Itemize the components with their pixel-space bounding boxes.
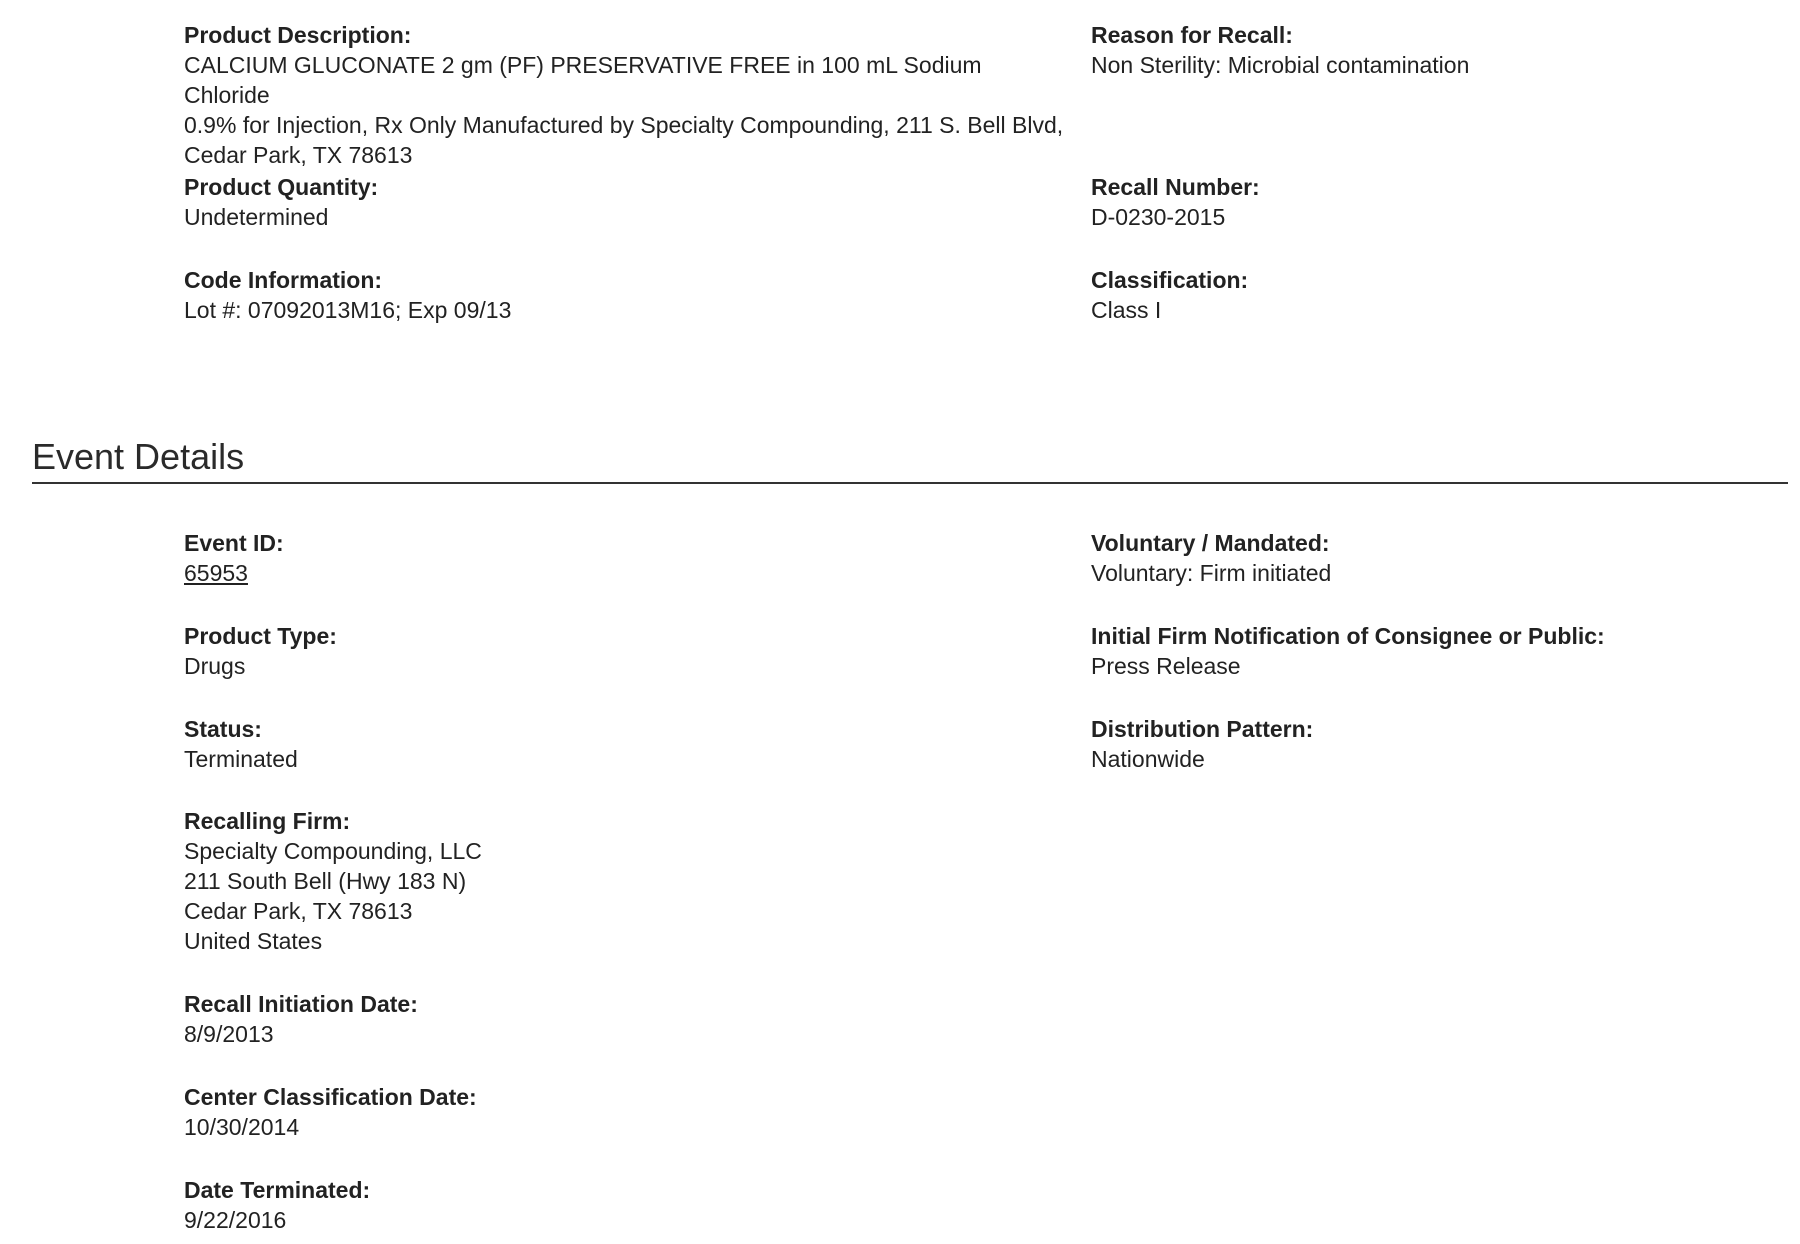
event-id-label: Event ID: <box>184 530 284 556</box>
recalling-firm-line: Cedar Park, TX 78613 <box>184 898 413 924</box>
product-description-line: 0.9% for Injection, Rx Only Manufactured… <box>184 112 1064 138</box>
classification-value: Class I <box>1091 297 1162 323</box>
status-label: Status: <box>184 716 262 742</box>
center-classification-date-value: 10/30/2014 <box>184 1114 300 1140</box>
voluntary-mandated-label: Voluntary / Mandated: <box>1091 530 1330 556</box>
initial-firm-notification-value: Press Release <box>1091 653 1241 679</box>
code-information-label: Code Information: <box>184 267 383 293</box>
recall-number: Recall Number: D-0230-2015 <box>1091 172 1260 232</box>
code-information-value: Lot #: 07092013M16; Exp 09/13 <box>184 297 512 323</box>
initial-firm-notification-label: Initial Firm Notification of Consignee o… <box>1091 623 1605 649</box>
recalling-firm-line: United States <box>184 928 323 954</box>
initial-firm-notification: Initial Firm Notification of Consignee o… <box>1091 621 1605 681</box>
distribution-pattern-label: Distribution Pattern: <box>1091 716 1314 742</box>
classification-label: Classification: <box>1091 267 1249 293</box>
date-terminated-label: Date Terminated: <box>184 1177 371 1203</box>
status-value: Terminated <box>184 746 298 772</box>
recalling-firm-address: Specialty Compounding, LLC 211 South Bel… <box>184 836 482 956</box>
status: Status: Terminated <box>184 714 298 774</box>
date-terminated: Date Terminated: 9/22/2016 <box>184 1175 370 1235</box>
event-id: Event ID: 65953 <box>184 528 284 588</box>
reason-for-recall-value: Non Sterility: Microbial contamination <box>1091 52 1470 78</box>
voluntary-mandated: Voluntary / Mandated: Voluntary: Firm in… <box>1091 528 1331 588</box>
recall-initiation-date-value: 8/9/2013 <box>184 1021 274 1047</box>
product-description: Product Description: CALCIUM GLUCONATE 2… <box>184 20 1064 170</box>
product-description-line: CALCIUM GLUCONATE 2 gm (PF) PRESERVATIVE… <box>184 52 982 108</box>
distribution-pattern: Distribution Pattern: Nationwide <box>1091 714 1313 774</box>
recall-number-label: Recall Number: <box>1091 174 1260 200</box>
code-information: Code Information: Lot #: 07092013M16; Ex… <box>184 265 511 325</box>
center-classification-date-label: Center Classification Date: <box>184 1084 477 1110</box>
distribution-pattern-value: Nationwide <box>1091 746 1205 772</box>
recall-initiation-date-label: Recall Initiation Date: <box>184 991 418 1017</box>
event-id-link[interactable]: 65953 <box>184 560 248 586</box>
recalling-firm-line: Specialty Compounding, LLC <box>184 838 482 864</box>
product-description-value: CALCIUM GLUCONATE 2 gm (PF) PRESERVATIVE… <box>184 50 1064 170</box>
product-type-label: Product Type: <box>184 623 337 649</box>
reason-for-recall: Reason for Recall: Non Sterility: Microb… <box>1091 20 1469 80</box>
recalling-firm-line: 211 South Bell (Hwy 183 N) <box>184 868 467 894</box>
product-quantity-value: Undetermined <box>184 204 329 230</box>
date-terminated-value: 9/22/2016 <box>184 1207 287 1233</box>
product-type-value: Drugs <box>184 653 246 679</box>
classification: Classification: Class I <box>1091 265 1248 325</box>
event-details-heading: Event Details <box>32 436 245 477</box>
product-quantity: Product Quantity: Undetermined <box>184 172 378 232</box>
recall-number-value: D-0230-2015 <box>1091 204 1226 230</box>
product-type: Product Type: Drugs <box>184 621 337 681</box>
voluntary-mandated-value: Voluntary: Firm initiated <box>1091 560 1332 586</box>
product-description-line: Cedar Park, TX 78613 <box>184 142 413 168</box>
product-description-label: Product Description: <box>184 22 412 48</box>
recall-initiation-date: Recall Initiation Date: 8/9/2013 <box>184 989 418 1049</box>
recalling-firm-label: Recalling Firm: <box>184 808 351 834</box>
reason-for-recall-label: Reason for Recall: <box>1091 22 1293 48</box>
section-divider <box>32 482 1788 484</box>
recalling-firm: Recalling Firm: Specialty Compounding, L… <box>184 806 482 956</box>
event-id-value-wrap: 65953 <box>184 558 284 588</box>
product-quantity-label: Product Quantity: <box>184 174 379 200</box>
center-classification-date: Center Classification Date: 10/30/2014 <box>184 1082 477 1142</box>
